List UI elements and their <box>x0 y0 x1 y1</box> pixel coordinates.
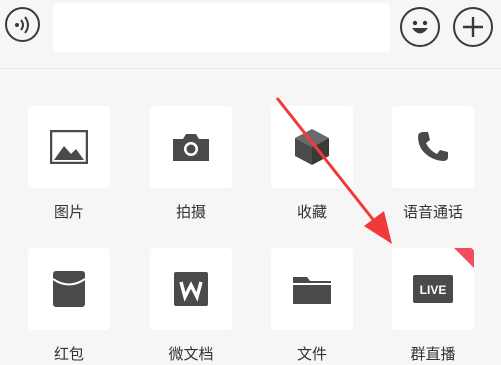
annotation-arrow-icon <box>275 97 392 244</box>
